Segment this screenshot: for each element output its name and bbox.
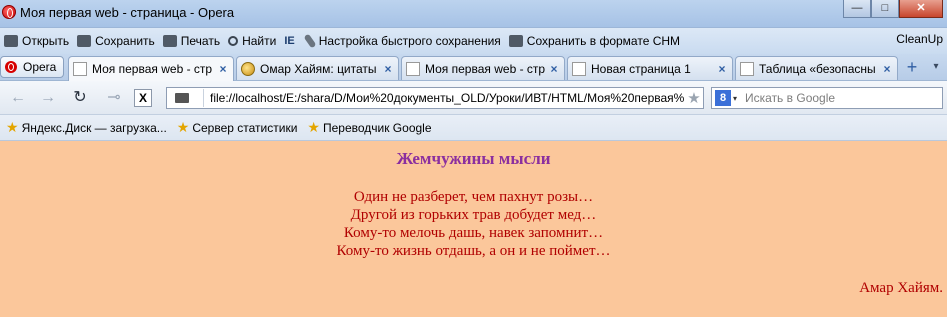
ie-icon: IE: [284, 35, 295, 47]
poem-line: Один не разберет, чем пахнут розы…: [353, 189, 594, 205]
save-button[interactable]: Сохранить: [73, 30, 159, 52]
star-icon: ★: [176, 119, 190, 135]
window-title: Моя первая web - страница - Opera: [20, 5, 235, 20]
tab-omar-khayyam[interactable]: Омар Хайям: цитаты ×: [236, 56, 399, 80]
poem-line: Другой из горьких трав добудет мед…: [350, 207, 597, 223]
opera-menu-button[interactable]: Opera: [0, 56, 64, 78]
folder-icon: [4, 35, 18, 47]
local-file-icon: [175, 93, 189, 103]
save-chm-button[interactable]: Сохранить в формате CHM: [505, 30, 684, 52]
tab-bar: Opera Моя первая web - стр × Омар Хайям:…: [0, 54, 947, 81]
print-icon: [162, 35, 177, 47]
star-icon: ★: [6, 119, 19, 135]
bookmark-google-translate[interactable]: ★ Переводчик Google: [307, 119, 431, 136]
tab-my-first-page[interactable]: Моя первая web - стр ×: [68, 56, 234, 81]
maximize-button[interactable]: □: [871, 0, 899, 18]
bookmark-star-icon[interactable]: ★: [685, 89, 703, 107]
find-button[interactable]: Найти: [224, 30, 280, 52]
bookmarks-bar: ★ Яндекс.Диск — загрузка... ★ Сервер ста…: [0, 115, 947, 141]
save-icon: [77, 35, 92, 47]
stop-button[interactable]: X: [134, 89, 152, 107]
back-button[interactable]: ←: [8, 89, 28, 107]
close-button[interactable]: ✕: [899, 0, 943, 18]
tab-my-first-page-2[interactable]: Моя первая web - стр ×: [401, 56, 565, 80]
poem-line: Кому-то жизнь отдашь, а он и не поймет…: [336, 243, 611, 259]
search-box[interactable]: 8 ▾: [711, 87, 943, 109]
address-separator: [203, 89, 204, 107]
bookmark-yandex-disk[interactable]: ★ Яндекс.Диск — загрузка...: [6, 119, 167, 136]
wrench-icon: [303, 33, 317, 49]
print-button[interactable]: Печать: [159, 30, 224, 52]
open-button[interactable]: Открыть: [0, 30, 73, 52]
cleanup-button[interactable]: CleanUp: [896, 32, 943, 46]
close-tab-icon[interactable]: ×: [716, 63, 728, 75]
close-tab-icon[interactable]: ×: [382, 63, 394, 75]
page-title: Жемчужины мысли: [396, 149, 551, 168]
page-icon: [73, 62, 87, 76]
bookmark-stats-server[interactable]: ★ Сервер статистики: [177, 119, 298, 136]
wand-button[interactable]: ⊸: [102, 89, 126, 107]
page-icon: [572, 61, 586, 76]
google-icon[interactable]: 8: [715, 90, 731, 106]
navigation-bar: ← → ↻ ⊸ X file://localhost/E:/shara/D/Мо…: [0, 81, 947, 115]
author-signature: Амар Хайям.: [859, 280, 943, 296]
back-arrow-icon: ←: [10, 89, 26, 106]
opera-logo-icon: [2, 5, 16, 19]
close-tab-icon[interactable]: ×: [548, 63, 560, 75]
save-chm-icon: [508, 35, 523, 47]
tab-menu-button[interactable]: ▾: [928, 57, 944, 77]
menu-bar: Открыть Сохранить Печать Найти IE Настро…: [0, 28, 947, 54]
address-bar[interactable]: file://localhost/E:/shara/D/Мои%20докуме…: [166, 87, 704, 109]
poem: Один не разберет, чем пахнут розы… Друго…: [0, 188, 947, 260]
poem-line: Кому-то мелочь дашь, навек запомнит…: [343, 225, 604, 241]
page-icon: [406, 61, 420, 76]
globe-icon: [241, 61, 255, 76]
new-tab-button[interactable]: +: [902, 57, 922, 77]
search-icon: [228, 36, 239, 46]
address-text[interactable]: file://localhost/E:/shara/D/Мои%20докуме…: [210, 91, 685, 105]
page-icon: [740, 61, 754, 76]
forward-button[interactable]: →: [38, 89, 58, 107]
reload-icon: ↻: [73, 89, 87, 106]
reload-button[interactable]: ↻: [70, 89, 90, 107]
opera-icon: [5, 61, 17, 73]
key-icon: ⊸: [107, 89, 121, 106]
window-controls: — □ ✕: [843, 0, 943, 18]
star-icon: ★: [307, 119, 320, 135]
tab-safety-table[interactable]: Таблица «безопасны ×: [735, 56, 898, 80]
search-input[interactable]: [745, 91, 926, 105]
title-bar: Моя первая web - страница - Opera — □ ✕: [0, 0, 947, 28]
quick-save-settings-button[interactable]: Настройка быстрого сохранения: [303, 30, 505, 52]
ie-button[interactable]: IE: [280, 30, 302, 52]
close-tab-icon[interactable]: ×: [881, 63, 893, 75]
tab-new-page-1[interactable]: Новая страница 1 ×: [567, 56, 733, 80]
search-engine-dropdown-icon[interactable]: ▾: [733, 94, 737, 103]
page-content: Жемчужины мысли Один не разберет, чем па…: [0, 142, 947, 317]
close-tab-icon[interactable]: ×: [217, 63, 229, 75]
forward-arrow-icon: →: [40, 89, 56, 106]
minimize-button[interactable]: —: [843, 0, 871, 18]
